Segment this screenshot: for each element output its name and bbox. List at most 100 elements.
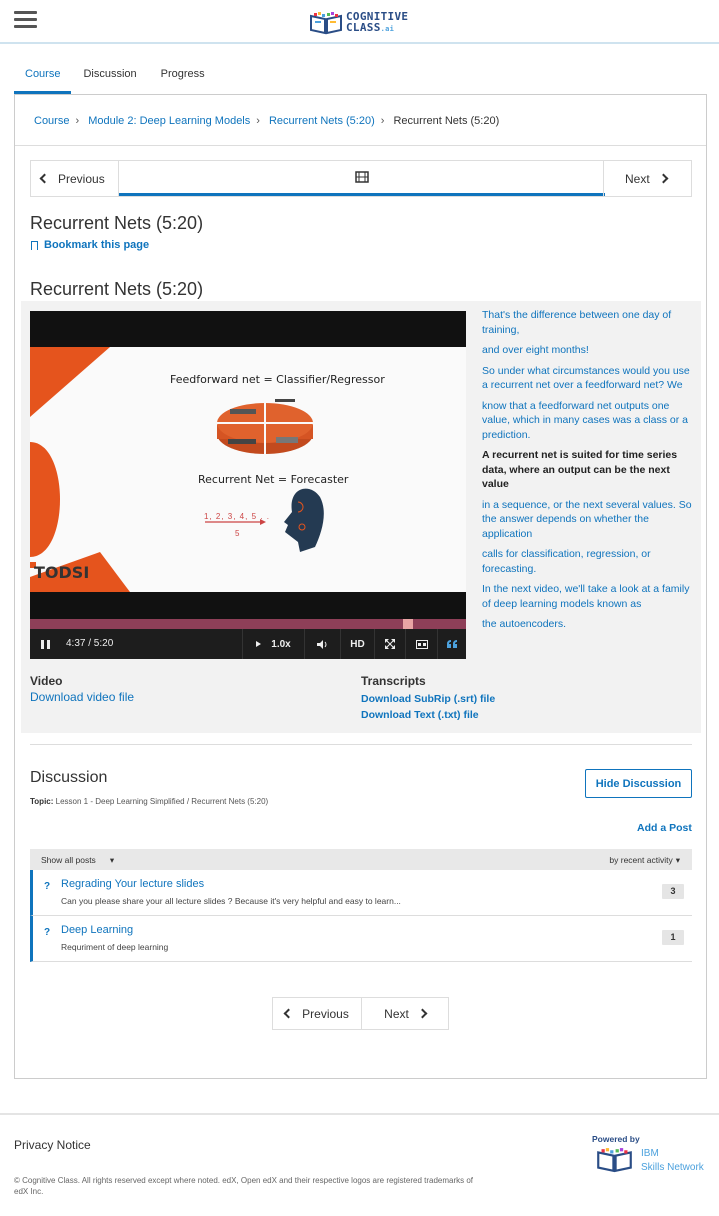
download-txt-link[interactable]: Download Text (.txt) file: [361, 709, 479, 721]
divider: [15, 145, 706, 146]
hd-button[interactable]: HD: [340, 629, 374, 659]
chevron-right-icon: [417, 1008, 428, 1019]
comment-count-badge: 1: [662, 930, 684, 945]
ibm-skills-network-logo[interactable]: IBM Skills Network: [594, 1147, 704, 1175]
breadcrumb-module[interactable]: Module 2: Deep Learning Models: [88, 115, 250, 127]
slide-sequence: 1, 2, 3, 4, 5 . .: [204, 512, 270, 521]
transcript-line[interactable]: A recurrent net is suited for time serie…: [482, 448, 694, 492]
book-logo-icon: [309, 11, 343, 35]
sequence-next-button[interactable]: Next: [603, 161, 691, 196]
transcript-line[interactable]: So under what circumstances would you us…: [482, 364, 694, 393]
breadcrumb-separator: ›: [75, 115, 80, 127]
discussion-topic: Topic: Lesson 1 - Deep Learning Simplifi…: [30, 797, 268, 806]
post-filter-dropdown[interactable]: Show all posts ▾: [41, 855, 114, 866]
breadcrumb-separator: ›: [256, 115, 260, 127]
video-controls: 4:37 / 5:20 1.0x HD: [30, 629, 466, 659]
discussion-title: Discussion: [30, 769, 108, 786]
chevron-left-icon: [39, 173, 50, 184]
slide-title-1: Feedforward net = Classifier/Regressor: [170, 373, 385, 386]
question-icon: ?: [44, 927, 51, 938]
tab-course[interactable]: Course: [14, 62, 72, 94]
breadcrumb-course[interactable]: Course: [34, 115, 69, 127]
fullscreen-icon: [385, 639, 395, 649]
bookmark-button[interactable]: Bookmark this page: [31, 239, 149, 253]
video-downloads-heading: Video: [30, 674, 63, 688]
next-label: Next: [625, 171, 650, 186]
discussion-post[interactable]: ? Regrading Your lecture slides Can you …: [30, 870, 692, 916]
privacy-notice-link[interactable]: Privacy Notice: [14, 1138, 91, 1152]
logo-text: COGNITIVE CLASS.ai: [346, 10, 409, 34]
course-tabs: Course Discussion Progress: [14, 62, 217, 94]
play-triangle-icon: [256, 641, 262, 647]
progress-handle[interactable]: [402, 619, 413, 629]
ibm-line-1: IBM: [641, 1148, 659, 1159]
download-video-link[interactable]: Download video file: [30, 690, 134, 704]
copyright-text: © Cognitive Class. All rights reserved e…: [14, 1176, 474, 1196]
fullscreen-button[interactable]: [374, 629, 405, 659]
previous-label: Previous: [302, 1006, 349, 1021]
sequence-nav: Previous Next: [30, 160, 692, 197]
filter-label: Show all posts: [41, 855, 96, 865]
ibm-line-2: Skills Network: [641, 1162, 704, 1173]
transcript-line[interactable]: in a sequence, or the next several value…: [482, 498, 694, 542]
post-snippet: Requriment of deep learning: [61, 942, 169, 952]
book-logo-icon: [597, 1148, 632, 1173]
video-frame: Feedforward net = Classifier/Regressor R…: [30, 347, 466, 592]
tab-progress[interactable]: Progress: [149, 62, 217, 94]
bookmark-icon: [31, 240, 38, 253]
video-time: 4:37 / 5:20: [66, 638, 114, 649]
tab-discussion[interactable]: Discussion: [71, 62, 148, 94]
speed-button[interactable]: 1.0x: [242, 629, 304, 659]
transcript-line[interactable]: In the next video, we'll take a look at …: [482, 582, 694, 611]
powered-by-label: Powered by: [592, 1134, 640, 1144]
post-filter-bar: Show all posts ▾ by recent activity ▾: [30, 849, 692, 870]
bottom-previous-button[interactable]: Previous: [273, 998, 362, 1029]
bottom-next-button[interactable]: Next: [362, 998, 448, 1029]
volume-icon: [317, 639, 327, 649]
chevron-left-icon: [283, 1008, 294, 1019]
sequence-previous-button[interactable]: Previous: [31, 161, 119, 196]
sequence-current-unit[interactable]: [119, 161, 605, 196]
cognitive-class-logo[interactable]: COGNITIVE CLASS.ai: [309, 9, 408, 37]
video-module: Feedforward net = Classifier/Regressor R…: [21, 301, 701, 733]
chevron-right-icon: [658, 173, 669, 184]
captions-button[interactable]: [405, 629, 437, 659]
transcript-panel: That's the difference between one day of…: [482, 308, 694, 638]
transcript-line[interactable]: and over eight months!: [482, 343, 694, 358]
next-label: Next: [384, 1006, 409, 1021]
hide-discussion-button[interactable]: Hide Discussion: [585, 769, 692, 798]
volume-button[interactable]: [304, 629, 340, 659]
transcript-line[interactable]: know that a feedforward net outputs one …: [482, 399, 694, 443]
slide-title-2: Recurrent Net = Forecaster: [198, 473, 349, 486]
pause-icon[interactable]: [41, 640, 50, 649]
course-content: Course › Module 2: Deep Learning Models › …: [14, 94, 707, 1079]
ibm-text: IBM Skills Network: [641, 1147, 704, 1175]
breadcrumb-current: Recurrent Nets (5:20): [393, 115, 500, 127]
hamburger-menu-icon[interactable]: [14, 11, 37, 29]
transcript-line[interactable]: the autoencoders.: [482, 617, 694, 632]
breadcrumb: Course › Module 2: Deep Learning Models › …: [34, 115, 499, 127]
transcript-line[interactable]: calls for classification, regression, or…: [482, 547, 694, 576]
slide-sequence-output: 5: [235, 529, 240, 538]
footer-divider: [0, 1113, 719, 1115]
bottom-nav: Previous Next: [272, 997, 449, 1030]
caret-down-icon: ▾: [675, 855, 680, 865]
topic-value: Lesson 1 - Deep Learning Simplified / Re…: [55, 797, 269, 806]
unit-title: Recurrent Nets (5:20): [30, 213, 204, 233]
download-srt-link[interactable]: Download SubRip (.srt) file: [361, 693, 495, 705]
video-player[interactable]: Feedforward net = Classifier/Regressor R…: [30, 311, 466, 659]
transcript-line[interactable]: That's the difference between one day of…: [482, 308, 694, 337]
post-sort-dropdown[interactable]: by recent activity ▾: [609, 855, 680, 866]
breadcrumb-separator: ›: [380, 115, 385, 127]
previous-label: Previous: [58, 171, 105, 186]
speed-label: 1.0x: [271, 638, 291, 650]
breadcrumb-subsection[interactable]: Recurrent Nets (5:20): [269, 115, 375, 127]
video-progress-bar[interactable]: [30, 619, 466, 629]
transcript-toggle-button[interactable]: [437, 629, 466, 659]
divider: [30, 744, 692, 745]
discussion-post[interactable]: ? Deep Learning Requriment of deep learn…: [30, 916, 692, 962]
add-post-link[interactable]: Add a Post: [637, 822, 692, 834]
slide-logo: TODSI: [34, 563, 90, 582]
question-icon: ?: [44, 881, 51, 892]
video-title: Recurrent Nets (5:20): [30, 279, 204, 299]
